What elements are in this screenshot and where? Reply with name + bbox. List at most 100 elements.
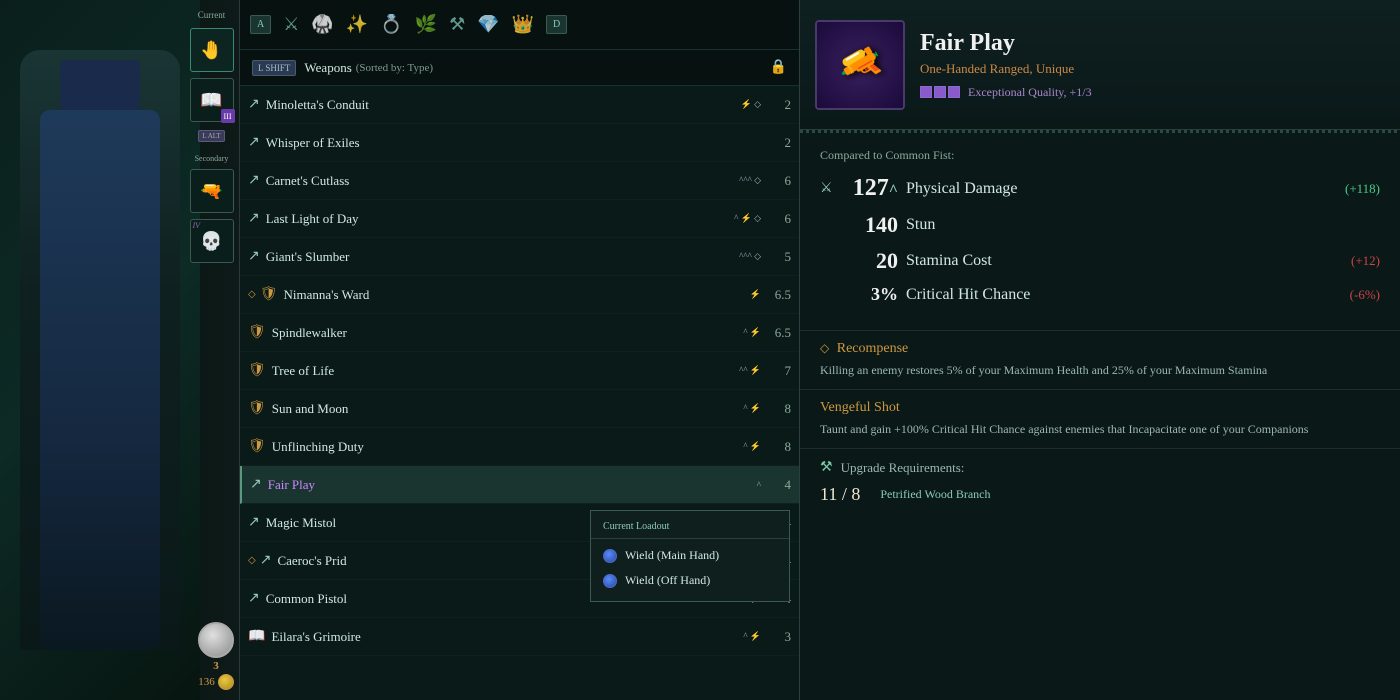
book-icon: 📖 <box>200 90 222 111</box>
gem-icon[interactable]: 💎 <box>477 14 499 35</box>
inventory-panel: A ⚔ 🥋 ✨ 💍 🌿 ⚒ 💎 👑 D L SHIFT Weapons (Sor… <box>240 0 800 700</box>
left-character-panel: Current 🤚 📖 III L ALT Secondary 🔫 IV 💀 3… <box>0 0 240 700</box>
item-enchants: ^^ ⚡ <box>739 365 761 376</box>
stat-diff-stamina: (+12) <box>1351 253 1380 269</box>
item-name: Spindlewalker <box>272 325 740 341</box>
list-item[interactable]: ↗ Last Light of Day ^ ⚡ ◇ 6 <box>240 200 799 238</box>
grimoire-icon: 📖 <box>248 628 265 645</box>
swords-icon[interactable]: ⚔ <box>283 14 299 35</box>
list-item[interactable]: ◇ 🛡 Nimanna's Ward ⚡ 6.5 <box>240 276 799 314</box>
category-title: Weapons <box>304 60 351 76</box>
upgrade-section: ⚒ Upgrade Requirements: 11 / 8 Petrified… <box>800 448 1400 515</box>
weapon-icon: ↗ <box>248 96 260 113</box>
tab-d[interactable]: D <box>546 15 567 34</box>
item-name: Tree of Life <box>272 363 735 379</box>
list-item[interactable]: 🛡 Tree of Life ^^ ⚡ 7 <box>240 352 799 390</box>
stat-diff-damage: (+118) <box>1345 181 1380 197</box>
secondary-label: Secondary <box>195 154 229 163</box>
stat-row-damage: ⚔ 127^ Physical Damage (+118) <box>820 175 1380 202</box>
item-weight: 5 <box>761 249 791 265</box>
gem-blue-icon <box>603 549 617 563</box>
dagger-icon: ⚔ <box>820 180 840 197</box>
shield-icon: 🛡 <box>248 400 266 417</box>
item-enchants: ⚡ <box>750 289 761 300</box>
armor-icon[interactable]: 🥋 <box>311 14 333 35</box>
subheader: L SHIFT Weapons (Sorted by: Type) 🔒 <box>240 50 799 86</box>
diamond-icon: ◇ <box>248 555 256 566</box>
secondary-slot-2[interactable]: IV 💀 <box>190 219 234 263</box>
list-item[interactable]: 📖 Eilara's Grimoire ^ ⚡ 3 <box>240 618 799 656</box>
item-header-info: Fair Play One-Handed Ranged, Unique Exce… <box>920 30 1385 100</box>
list-item[interactable]: ↗ Minoletta's Conduit ⚡ ◇ 2 <box>240 86 799 124</box>
current-label: Current <box>198 10 226 20</box>
magic-icon[interactable]: ✨ <box>346 14 368 35</box>
item-weight: 8 <box>761 439 791 455</box>
item-enchants: ^^^ ◇ <box>739 175 761 186</box>
stat-name-crit: Critical Hit Chance <box>906 286 1342 304</box>
item-weight: 4 <box>761 477 791 493</box>
book-slot[interactable]: 📖 III <box>190 78 234 122</box>
quality-bar: Exceptional Quality, +1/3 <box>920 85 1385 100</box>
item-enchants: ⚡ ◇ <box>741 99 761 110</box>
coin-display: 136 <box>198 674 234 690</box>
tools-icon[interactable]: ⚒ <box>449 14 465 35</box>
item-name: Last Light of Day <box>266 211 730 227</box>
stat-row-crit: 3% Critical Hit Chance (-6%) <box>820 284 1380 305</box>
context-wield-main[interactable]: Wield (Main Hand) <box>591 543 789 568</box>
list-item[interactable]: 🛡 Spindlewalker ^ ⚡ 6.5 <box>240 314 799 352</box>
gem-blue-off-icon <box>603 574 617 588</box>
secondary-weapon-slot[interactable]: 🔫 <box>190 169 234 213</box>
list-item[interactable]: ↗ Carnet's Cutlass ^^^ ◇ 6 <box>240 162 799 200</box>
bottom-resource: 3 136 <box>198 622 234 690</box>
food-icon[interactable]: 🌿 <box>415 14 437 35</box>
context-wield-off[interactable]: Wield (Off Hand) <box>591 568 789 593</box>
diamond-icon: ◇ <box>248 289 256 300</box>
item-name: Sun and Moon <box>272 401 740 417</box>
quality-pip-1 <box>920 86 932 98</box>
list-item[interactable]: ↗ Whisper of Exiles 2 <box>240 124 799 162</box>
list-item[interactable]: 🛡 Sun and Moon ^ ⚡ 8 <box>240 390 799 428</box>
stat-name-stamina: Stamina Cost <box>906 252 1343 270</box>
weapon-icon: ↗ <box>248 248 260 265</box>
coin-icon <box>218 674 234 690</box>
item-enchants: ^ ⚡ <box>743 327 761 338</box>
hand-icon: 🤚 <box>200 40 222 61</box>
list-item[interactable]: 🛡 Unflinching Duty ^ ⚡ 8 <box>240 428 799 466</box>
lshift-badge[interactable]: L SHIFT <box>252 60 296 76</box>
lock-icon[interactable]: 🔒 <box>770 59 787 76</box>
list-item[interactable]: ↗ Giant's Slumber ^^^ ◇ 5 <box>240 238 799 276</box>
lalt-badge[interactable]: L ALT <box>198 130 224 142</box>
upgrade-icon: ⚒ <box>820 459 833 476</box>
ability-recompense: ◇ Recompense Killing an enemy restores 5… <box>800 330 1400 389</box>
stat-name-stun: Stun <box>906 216 1380 234</box>
stat-value-stun: 140 <box>848 212 898 238</box>
item-enchants: ^ ⚡ <box>743 441 761 452</box>
ring-icon[interactable]: 💍 <box>380 14 402 35</box>
upgrade-values: 11 / 8 <box>820 484 860 505</box>
crown-icon[interactable]: 👑 <box>512 14 534 35</box>
item-weight: 6.5 <box>761 325 791 341</box>
stat-value-damage: 127^ <box>848 175 898 202</box>
resource-count: 3 <box>213 660 219 672</box>
upgrade-row: 11 / 8 Petrified Wood Branch <box>820 484 1380 505</box>
character-silhouette <box>20 50 180 650</box>
upgrade-title: ⚒ Upgrade Requirements: <box>820 459 1380 476</box>
main-hand-slot[interactable]: 🤚 <box>190 28 234 72</box>
weapon-icon: ↗ <box>248 514 260 531</box>
tab-a[interactable]: A <box>250 15 271 34</box>
item-type: One-Handed Ranged, Unique <box>920 61 1385 77</box>
shield-icon: 🛡 <box>260 286 278 303</box>
character-figure <box>0 0 200 700</box>
stat-diff-crit: (-6%) <box>1350 287 1380 303</box>
stat-value-stamina: 20 <box>848 248 898 274</box>
item-weight: 2 <box>761 97 791 113</box>
item-name: Unflinching Duty <box>272 439 740 455</box>
list-item-fair-play[interactable]: ↗ Fair Play ^ 4 <box>240 466 799 504</box>
weapon-icon: ↗ <box>248 210 260 227</box>
item-name: Fair Play <box>268 477 753 493</box>
weapon-icon: ↗ <box>250 476 262 493</box>
item-enchants: ^ ⚡ <box>743 403 761 414</box>
recompense-diamond: ◇ <box>820 341 829 355</box>
sort-label: (Sorted by: Type) <box>356 62 433 74</box>
stat-name-damage: Physical Damage <box>906 180 1337 198</box>
